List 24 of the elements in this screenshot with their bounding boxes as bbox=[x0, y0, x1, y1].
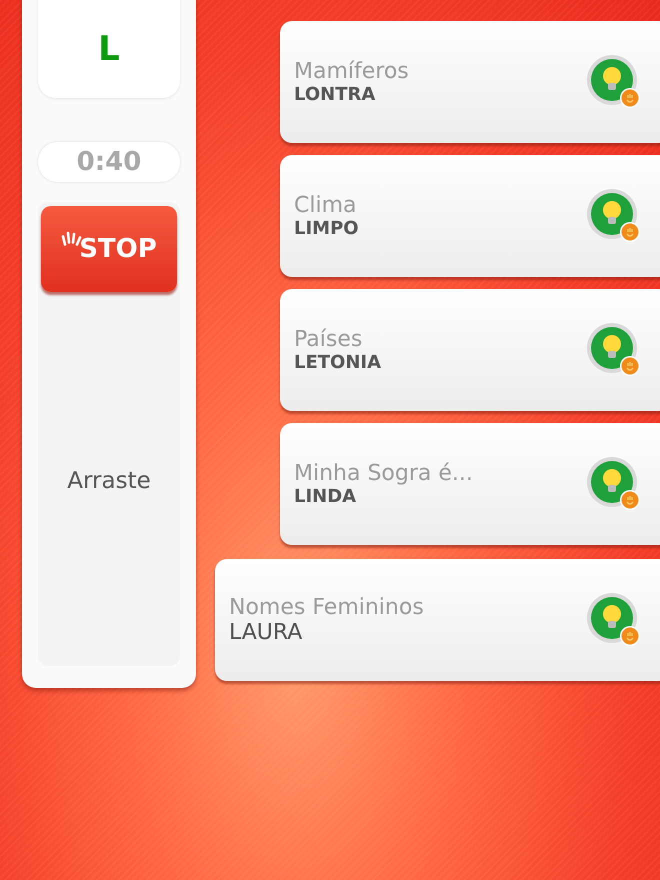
lightbulb-hint-icon[interactable] bbox=[586, 322, 642, 378]
lightbulb-hint-icon[interactable] bbox=[586, 456, 642, 512]
letter-card: L bbox=[38, 0, 180, 98]
category-card[interactable]: Minha Sogra é... LINDA bbox=[280, 423, 660, 545]
answer-text: LAURA bbox=[229, 620, 304, 645]
category-label: Minha Sogra é... bbox=[294, 461, 474, 486]
lightbulb-hint-icon[interactable] bbox=[586, 592, 642, 648]
stop-button[interactable]: STOP bbox=[41, 206, 177, 292]
category-card[interactable]: Mamíferos LONTRA bbox=[280, 21, 660, 143]
lightbulb-hint-icon[interactable] bbox=[586, 54, 642, 110]
category-card[interactable]: Países LETONIA bbox=[280, 289, 660, 411]
answer-text: LIMPO bbox=[294, 218, 360, 239]
category-label: Países bbox=[294, 327, 364, 352]
drag-label: Arraste bbox=[67, 468, 151, 494]
lightbulb-hint-icon[interactable] bbox=[586, 188, 642, 244]
category-card[interactable]: Clima LIMPO bbox=[280, 155, 660, 277]
answer-text: LETONIA bbox=[294, 352, 382, 373]
timer: 0:40 bbox=[38, 142, 180, 182]
category-label: Mamíferos bbox=[294, 59, 410, 84]
answer-text: LONTRA bbox=[294, 84, 376, 105]
category-card[interactable]: Nomes Femininos LAURA bbox=[215, 559, 660, 681]
category-label: Clima bbox=[294, 193, 358, 218]
category-label: Nomes Femininos bbox=[229, 595, 425, 620]
answer-text: LINDA bbox=[294, 486, 358, 507]
